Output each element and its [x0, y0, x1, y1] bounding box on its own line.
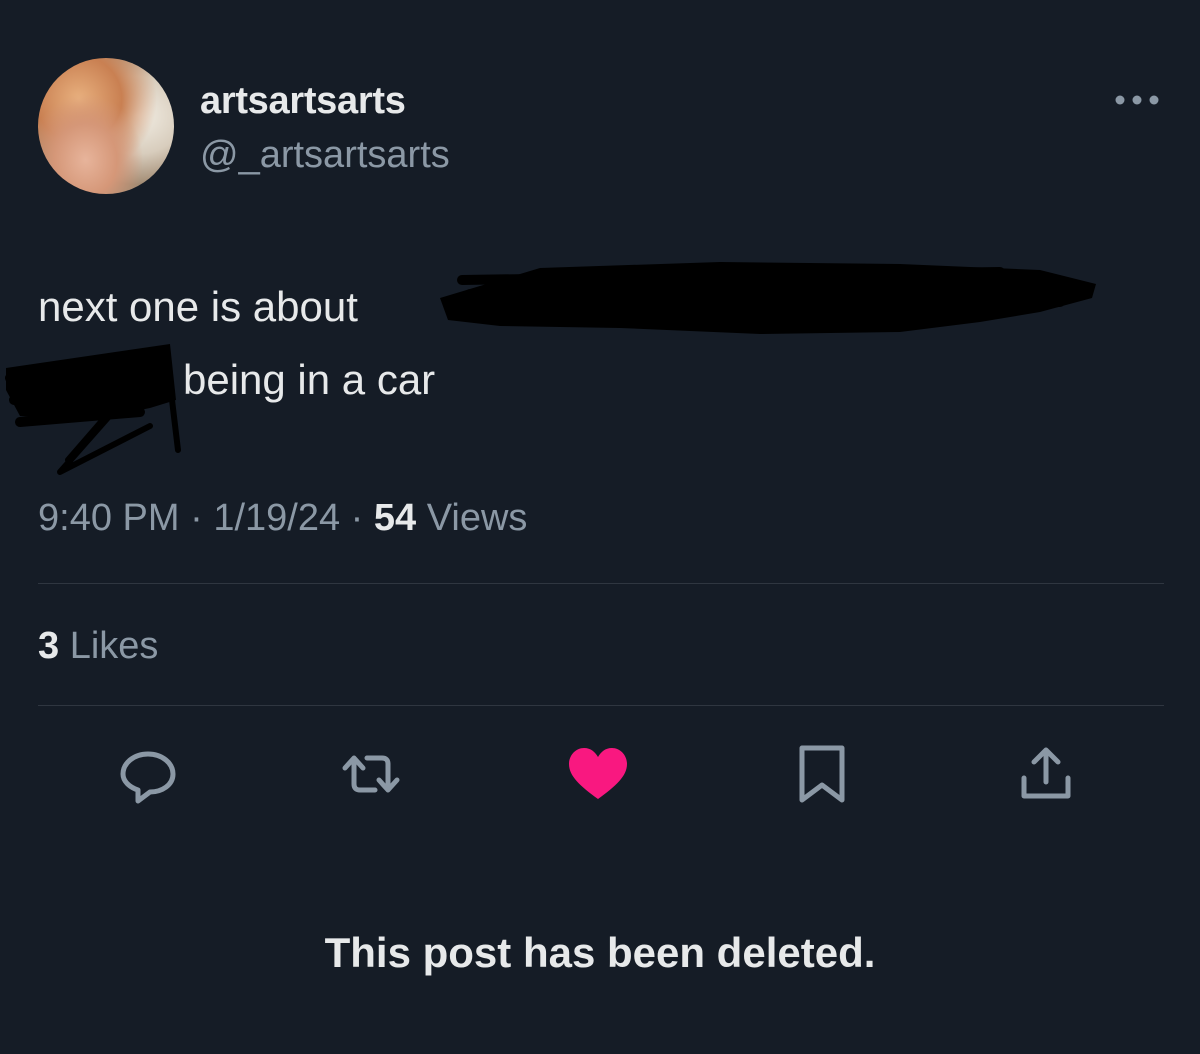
meta-separator: ·: [350, 497, 364, 539]
reply-button[interactable]: [116, 744, 180, 804]
likes-count: 3: [38, 625, 60, 667]
avatar[interactable]: [38, 58, 174, 194]
divider: [38, 583, 1164, 584]
views-label: Views: [426, 497, 528, 539]
share-button[interactable]: [1014, 744, 1078, 804]
repost-button[interactable]: [339, 744, 403, 804]
meta-separator: ·: [190, 497, 203, 539]
post-meta: 9:40 PM · 1/19/24 · 54 Views: [38, 495, 527, 541]
likes-stat[interactable]: 3 Likes: [38, 623, 158, 669]
display-name[interactable]: artsartsarts: [200, 78, 406, 124]
share-icon: [1021, 747, 1071, 799]
reply-icon: [120, 751, 176, 804]
post-date: 1/19/24: [213, 497, 341, 539]
more-options-icon[interactable]: [1112, 90, 1162, 110]
post-time: 9:40 PM: [38, 497, 180, 539]
heart-icon: [569, 748, 627, 799]
bookmark-button[interactable]: [790, 744, 854, 804]
like-button[interactable]: [566, 744, 630, 804]
divider: [38, 705, 1164, 706]
user-handle[interactable]: @_artsartsarts: [200, 132, 450, 178]
redaction-scribble: [5, 262, 1096, 475]
repost-icon: [342, 755, 400, 793]
views-count: 54: [373, 497, 417, 539]
bookmark-icon: [799, 745, 845, 803]
deleted-post-notice: This post has been deleted.: [324, 929, 876, 976]
likes-label: Likes: [69, 625, 159, 667]
